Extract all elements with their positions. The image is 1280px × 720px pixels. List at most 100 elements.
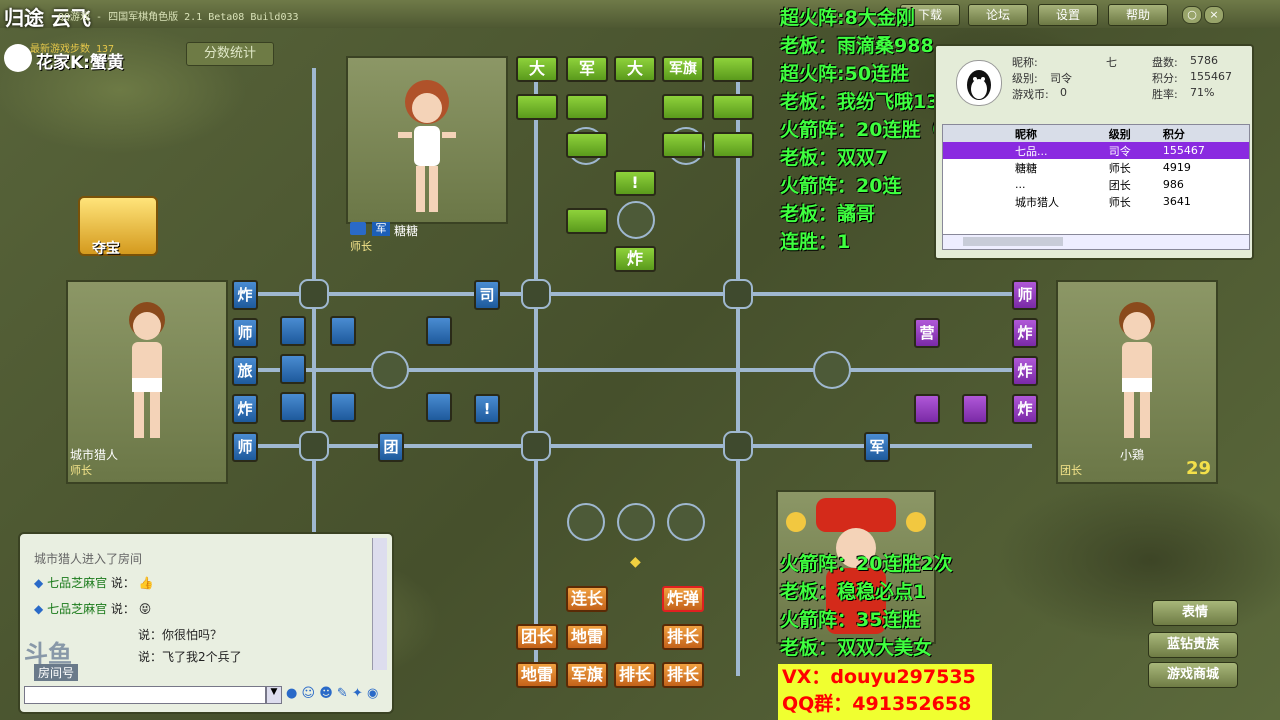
left-piece[interactable]: 炸 xyxy=(232,280,258,310)
own-piece[interactable]: 地雷 xyxy=(516,662,558,688)
emote-icon[interactable]: ☻ xyxy=(319,686,333,701)
table-row[interactable]: 糖糖 师长 4919 xyxy=(943,159,1249,176)
chat-sender[interactable]: 七品芝麻官 xyxy=(47,602,107,616)
top-piece[interactable] xyxy=(566,208,608,234)
left-piece-hidden[interactable] xyxy=(426,392,452,422)
left-piece-hidden[interactable] xyxy=(280,392,306,422)
diamond-icon: ◆ xyxy=(34,602,44,616)
left-piece[interactable]: 司 xyxy=(474,280,500,310)
row-name: 城市猎人 xyxy=(1015,195,1059,209)
own-piece[interactable]: 军旗 xyxy=(566,662,608,688)
col-name[interactable]: 昵称 xyxy=(1011,125,1105,142)
left-piece-flag[interactable]: ! xyxy=(474,394,500,424)
contact-box: VX：douyu297535 QQ群：491352658 xyxy=(778,664,992,720)
own-piece[interactable]: 连长 xyxy=(566,586,608,612)
table-row[interactable]: ... 团长 986 xyxy=(943,176,1249,193)
right-player-rank: 团长 xyxy=(1060,464,1082,477)
own-piece[interactable]: 排长 xyxy=(662,662,704,688)
chat-input[interactable] xyxy=(24,686,266,704)
game-store-button[interactable]: 游戏商城 xyxy=(1148,662,1238,688)
top-piece[interactable] xyxy=(662,132,704,158)
col-score[interactable]: 积分 xyxy=(1159,125,1249,142)
room-label: 房间号 xyxy=(34,664,79,681)
left-piece[interactable]: 炸 xyxy=(232,394,258,424)
top-piece[interactable]: 大 xyxy=(614,56,656,82)
own-piece[interactable]: 团长 xyxy=(516,624,558,650)
fan-avatar xyxy=(4,44,32,72)
left-piece[interactable]: 团 xyxy=(378,432,404,462)
top-piece[interactable]: 炸 xyxy=(614,246,656,272)
bubble-icon[interactable]: ● xyxy=(286,686,297,701)
right-player-count: 29 xyxy=(1186,458,1212,479)
right-piece[interactable]: 炸 xyxy=(1012,318,1038,348)
info-panel: 昵称: 七 级别: 司令 游戏币: 0 盘数: 5786 积分: 155467 … xyxy=(934,44,1254,260)
col-level[interactable]: 级别 xyxy=(1105,125,1159,142)
top-piece[interactable]: 大 xyxy=(516,56,558,82)
settings-button[interactable]: 设置 xyxy=(1038,4,1098,26)
table-row[interactable]: 七品... 司令 155467 xyxy=(943,142,1249,159)
left-piece-hidden[interactable] xyxy=(280,354,306,384)
chevron-down-icon[interactable]: ▼ xyxy=(266,686,282,704)
row-score: 4919 xyxy=(1162,161,1191,174)
right-piece[interactable]: 师 xyxy=(1012,280,1038,310)
left-player-rank: 师长 xyxy=(70,464,92,477)
chat-message: 说：你很怕吗？ xyxy=(138,628,223,642)
window-title: QQ游戏 - 四国军棋角色版 2.1 Beta08 Build033 xyxy=(58,12,299,23)
left-piece[interactable]: 师 xyxy=(232,318,258,348)
top-piece[interactable]: 军 xyxy=(566,56,608,82)
smile-icon[interactable]: ☺ xyxy=(301,686,315,701)
left-piece-hidden[interactable] xyxy=(330,316,356,346)
top-piece-flag[interactable]: ! xyxy=(614,170,656,196)
emoji-button[interactable]: 表情 xyxy=(1152,600,1238,626)
own-piece[interactable]: 地雷 xyxy=(566,624,608,650)
right-piece-hidden[interactable] xyxy=(962,394,988,424)
row-name: 糖糖 xyxy=(1015,161,1037,175)
right-piece-hidden[interactable] xyxy=(914,394,940,424)
left-player-name: 城市猎人 xyxy=(70,448,119,462)
top-piece[interactable] xyxy=(566,132,608,158)
score-value: 155467 xyxy=(1190,70,1232,83)
score-label: 积分: xyxy=(1152,72,1178,85)
level-value: 司令 xyxy=(1050,72,1072,85)
own-piece[interactable]: 排长 xyxy=(614,662,656,688)
top-piece[interactable] xyxy=(662,94,704,120)
left-piece-hidden[interactable] xyxy=(426,316,452,346)
top-piece[interactable] xyxy=(712,56,754,82)
right-piece[interactable]: 炸 xyxy=(1012,394,1038,424)
close-button[interactable]: × xyxy=(1204,6,1224,24)
left-piece[interactable]: 师 xyxy=(232,432,258,462)
globe-icon[interactable]: ◉ xyxy=(367,686,378,701)
help-button[interactable]: 帮助 xyxy=(1108,4,1168,26)
row-score: 155467 xyxy=(1162,144,1205,157)
right-piece[interactable]: 炸 xyxy=(1012,356,1038,386)
own-piece[interactable]: 排长 xyxy=(662,624,704,650)
top-piece[interactable]: 军旗 xyxy=(662,56,704,82)
right-piece-captured[interactable]: 军 xyxy=(864,432,890,462)
row-level: 团长 xyxy=(1108,178,1131,192)
chat-message: ◆ 七品芝麻官 说： 😝 xyxy=(34,600,151,617)
blue-diamond-button[interactable]: 蓝钻贵族 xyxy=(1148,632,1238,658)
left-piece-hidden[interactable] xyxy=(330,392,356,422)
top-piece[interactable] xyxy=(516,94,558,120)
diamond-icon: ◆ xyxy=(34,576,44,590)
settings-icon[interactable]: ✎ xyxy=(337,686,348,701)
row-level: 师长 xyxy=(1108,195,1131,209)
tool-icon[interactable]: ✦ xyxy=(352,686,363,701)
right-piece[interactable]: 营 xyxy=(914,318,940,348)
overlay-line: 超火阵:8大金刚 xyxy=(780,7,915,29)
minimize-button[interactable]: ○ xyxy=(1182,6,1202,24)
top-piece[interactable] xyxy=(712,132,754,158)
table-row[interactable]: 城市猎人 师长 3641 xyxy=(943,193,1249,210)
qq-penguin-icon xyxy=(956,60,1002,106)
games-value: 5786 xyxy=(1190,54,1218,67)
chat-scrollbar[interactable] xyxy=(372,538,387,670)
chat-sender[interactable]: 七品芝麻官 xyxy=(47,576,107,590)
chat-says: 说： xyxy=(110,576,135,590)
top-piece[interactable] xyxy=(566,94,608,120)
scrollbar-thumb[interactable] xyxy=(963,237,1063,246)
left-piece-hidden[interactable] xyxy=(280,316,306,346)
left-piece[interactable]: 旅 xyxy=(232,356,258,386)
own-piece-selected[interactable]: 炸弹 xyxy=(662,586,704,612)
horizontal-scrollbar[interactable] xyxy=(942,234,1250,250)
top-piece[interactable] xyxy=(712,94,754,120)
